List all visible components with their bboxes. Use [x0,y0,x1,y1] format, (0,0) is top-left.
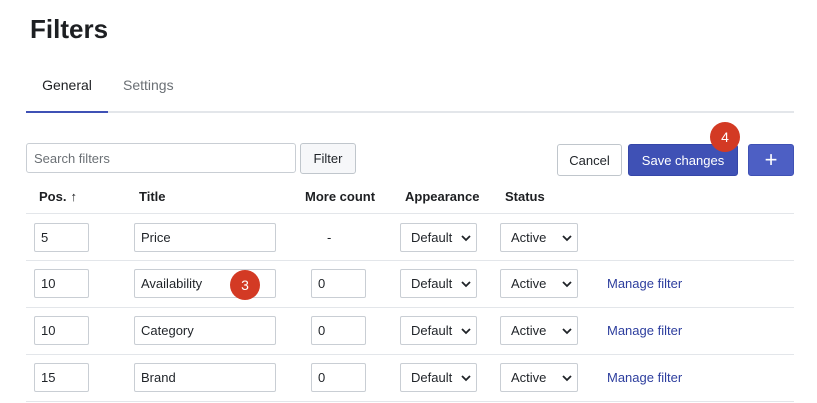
status-select[interactable]: Active [500,223,578,252]
sort-arrow-icon: ↑ [70,189,77,204]
appearance-select[interactable]: Default [400,269,477,298]
appearance-select[interactable]: Default [400,363,477,392]
page-title: Filters [30,14,109,44]
manage-filter-link[interactable]: Manage filter [607,370,682,385]
status-select[interactable]: Active [500,363,578,392]
column-header-more-count: More count [305,189,376,204]
table-divider [26,213,794,214]
step-badge-3: 3 [230,270,260,300]
status-value: Active [511,323,547,338]
status-value: Active [511,276,547,291]
column-header-appearance: Appearance [405,189,480,204]
column-header-pos[interactable]: Pos. ↑ [39,189,77,204]
cancel-button[interactable]: Cancel [557,144,622,176]
manage-filter-link[interactable]: Manage filter [607,323,682,338]
search-input[interactable] [26,143,296,173]
chevron-down-icon [461,281,471,288]
chevron-down-icon [461,235,471,242]
more-count-input[interactable] [311,363,366,392]
appearance-value: Default [411,323,453,338]
row-divider [26,307,794,308]
chevron-down-icon [562,235,572,242]
step-badge-4: 4 [710,122,740,152]
title-input[interactable] [134,223,276,252]
row-divider [26,354,794,355]
title-input[interactable] [134,316,276,345]
chevron-down-icon [562,281,572,288]
status-select[interactable]: Active [500,269,578,298]
more-count-empty: - [327,230,332,245]
column-header-pos-label: Pos. [39,189,67,204]
position-input[interactable] [34,316,89,345]
manage-filter-link[interactable]: Manage filter [607,276,682,291]
chevron-down-icon [461,328,471,335]
appearance-select[interactable]: Default [400,316,477,345]
more-count-input[interactable] [311,269,366,298]
chevron-down-icon [461,375,471,382]
row-divider [26,260,794,261]
tab-general[interactable]: General [26,72,108,113]
appearance-select[interactable]: Default [400,223,477,252]
position-input[interactable] [34,269,89,298]
status-value: Active [511,370,547,385]
chevron-down-icon [562,375,572,382]
appearance-value: Default [411,370,453,385]
status-value: Active [511,230,547,245]
chevron-down-icon [562,328,572,335]
tab-settings[interactable]: Settings [123,72,174,113]
filter-button[interactable]: Filter [300,143,356,174]
add-button[interactable]: + [748,144,794,176]
title-input[interactable] [134,363,276,392]
position-input[interactable] [34,223,89,252]
appearance-value: Default [411,230,453,245]
column-header-status: Status [505,189,545,204]
row-divider [26,401,794,402]
more-count-input[interactable] [311,316,366,345]
position-input[interactable] [34,363,89,392]
appearance-value: Default [411,276,453,291]
status-select[interactable]: Active [500,316,578,345]
tab-bar: General Settings [26,72,794,113]
column-header-title: Title [139,189,166,204]
